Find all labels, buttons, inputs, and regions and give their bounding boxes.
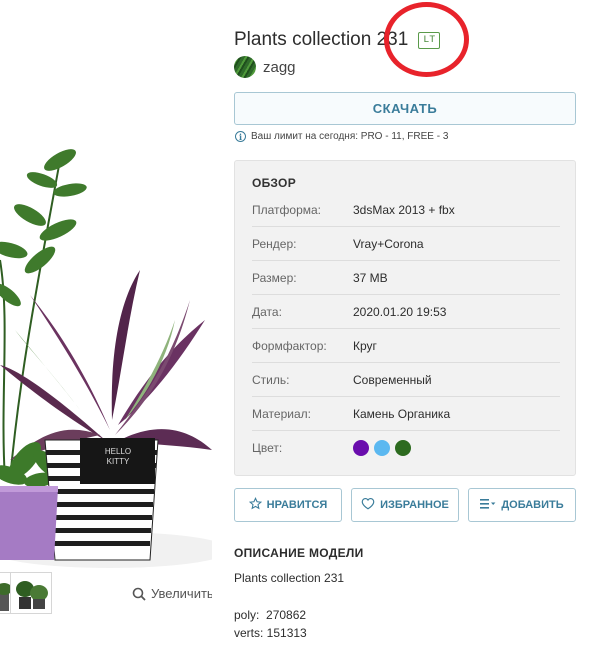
description-name: Plants collection 231 (234, 571, 345, 585)
spec-row-formfactor: Формфактор: Круг (252, 329, 560, 363)
spec-value: Vray+Corona (353, 236, 424, 251)
thumbnail-2[interactable] (10, 572, 52, 614)
spec-key: Размер: (252, 270, 297, 285)
action-buttons: НРАВИТСЯ ИЗБРАННОЕ ДОБАВИТЬ (234, 488, 576, 522)
spec-value[interactable]: Круг (353, 339, 377, 353)
author-row[interactable]: zagg (234, 56, 296, 78)
striped-pot: HELLO KITTY (44, 438, 159, 561)
star-icon (248, 497, 262, 513)
add-to-list-icon (480, 498, 496, 513)
spec-value: 2020.01.20 19:53 (353, 304, 447, 319)
download-button[interactable]: СКАЧАТЬ (234, 92, 576, 125)
zoom-label: Увеличить (151, 586, 212, 601)
description-verts: verts: 151313 (234, 626, 307, 640)
model-title: Plants collection 231 (234, 29, 409, 50)
spec-key: Материал: (252, 406, 311, 421)
color-swatch-purple[interactable] (353, 440, 369, 456)
pot-label-line1: HELLO (105, 447, 131, 456)
spec-row-date: Дата: 2020.01.20 19:53 (252, 295, 560, 329)
model-preview-image[interactable]: 3d (0, 120, 212, 570)
info-icon: i (235, 131, 246, 142)
spec-value: 3dsMax 2013 + fbx (353, 202, 455, 217)
pot-label-line2: KITTY (107, 457, 130, 466)
purple-pot (0, 486, 58, 560)
overview-box: ОБЗОР Платформа: 3dsMax 2013 + fbx Ренде… (234, 160, 576, 476)
color-swatch-lightblue[interactable] (374, 440, 390, 456)
spec-row-material: Материал: Камень Органика (252, 397, 560, 431)
spec-row-platform: Платформа: 3dsMax 2013 + fbx (252, 193, 560, 227)
add-to-list-button[interactable]: ДОБАВИТЬ (468, 488, 576, 522)
spec-value[interactable]: Камень Органика (353, 407, 450, 421)
author-name[interactable]: zagg (263, 59, 296, 76)
spec-key: Стиль: (252, 372, 290, 387)
spec-key: Формфактор: (252, 338, 327, 353)
heart-icon (361, 497, 375, 513)
title-row: Plants collection 231 LT (234, 29, 441, 51)
limit-text: Ваш лимит на сегодня: PRO - 11, FREE - 3 (251, 131, 449, 142)
color-swatches (353, 440, 411, 456)
spec-row-style: Стиль: Современный (252, 363, 560, 397)
description-heading: ОПИСАНИЕ МОДЕЛИ (234, 546, 364, 560)
like-label: НРАВИТСЯ (266, 499, 328, 511)
download-limit: i Ваш лимит на сегодня: PRO - 11, FREE -… (235, 131, 448, 142)
spec-key: Цвет: (252, 441, 283, 455)
avatar[interactable] (234, 56, 256, 78)
add-label: ДОБАВИТЬ (501, 499, 564, 511)
favorite-label: ИЗБРАННОЕ (380, 499, 449, 511)
magnifier-icon (132, 587, 146, 601)
lt-badge: LT (418, 31, 441, 49)
preview-area: 3d (0, 0, 212, 645)
overview-heading: ОБЗОР (252, 176, 296, 190)
spec-key: Платформа: (252, 202, 322, 217)
description-poly: poly: 270862 (234, 608, 307, 622)
zoom-button[interactable]: Увеличить (132, 586, 212, 601)
spec-value: 37 MB (353, 270, 388, 285)
plants-render: 3d (0, 120, 212, 570)
favorite-button[interactable]: ИЗБРАННОЕ (351, 488, 459, 522)
spec-row-size: Размер: 37 MB (252, 261, 560, 295)
color-swatch-green[interactable] (395, 440, 411, 456)
spec-row-render: Рендер: Vray+Corona (252, 227, 560, 261)
spec-row-color: Цвет: (252, 431, 560, 465)
spec-key: Дата: (252, 304, 282, 319)
spec-key: Рендер: (252, 236, 297, 251)
like-button[interactable]: НРАВИТСЯ (234, 488, 342, 522)
spec-value[interactable]: Современный (353, 373, 432, 387)
